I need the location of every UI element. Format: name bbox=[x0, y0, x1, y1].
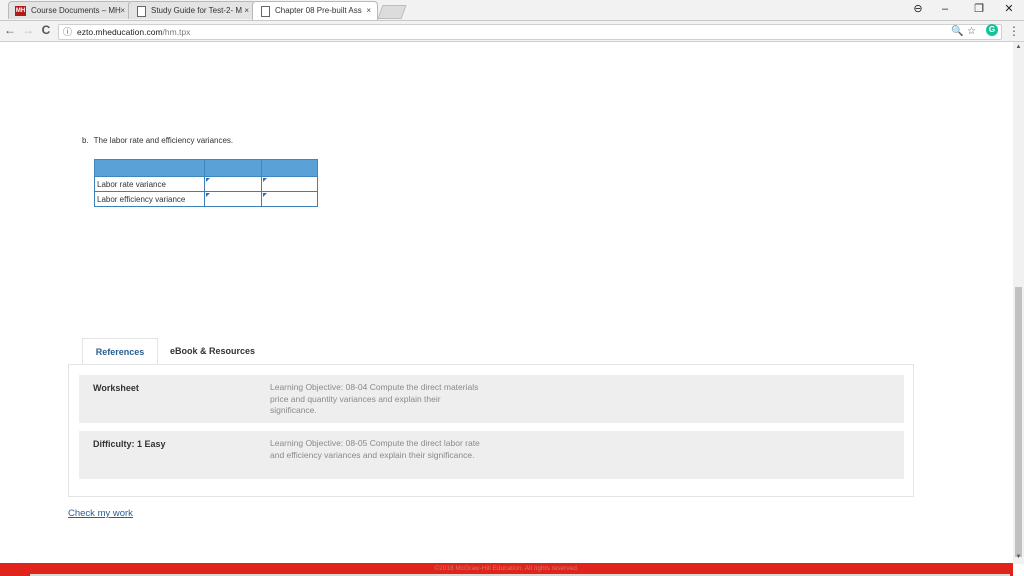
labor-efficiency-amount-input-cell[interactable] bbox=[204, 191, 262, 207]
url-path: /hm.tpx bbox=[162, 27, 191, 37]
back-icon[interactable]: ← bbox=[2, 21, 18, 41]
site-info-icon[interactable]: ⓘ bbox=[63, 25, 72, 39]
tab-ebook-resources[interactable]: eBook & Resources bbox=[170, 338, 255, 365]
tab-label: Study Guide for Test-2- M bbox=[151, 6, 242, 15]
page-footer: ©2018 McGraw-Hill Education. All rights … bbox=[0, 563, 1013, 576]
labor-rate-type-input[interactable] bbox=[261, 177, 317, 191]
table-header-row bbox=[93, 159, 319, 177]
reload-icon[interactable]: C bbox=[38, 21, 54, 41]
reference-description: Learning Objective: 08-04 Compute the di… bbox=[270, 382, 479, 415]
tab-references[interactable]: References bbox=[82, 338, 158, 365]
table-row: Labor rate variance bbox=[93, 176, 319, 192]
input-flag-icon bbox=[206, 178, 211, 182]
browser-menu-icon[interactable]: ⋮ bbox=[1008, 21, 1020, 41]
row-label: Labor efficiency variance bbox=[93, 191, 206, 207]
references-panel: Worksheet Learning Objective: 08-04 Comp… bbox=[68, 364, 914, 497]
input-flag-icon bbox=[262, 193, 267, 197]
restore-button[interactable]: ❐ bbox=[964, 0, 994, 20]
forward-icon[interactable]: → bbox=[20, 21, 36, 41]
browser-tab-study-guide[interactable]: Study Guide for Test-2- M × bbox=[128, 1, 256, 19]
mh-favicon-icon: MH bbox=[15, 6, 26, 16]
labor-rate-amount-input[interactable] bbox=[205, 177, 261, 191]
question-prompt: b. The labor rate and efficiency variance… bbox=[82, 136, 233, 145]
question-letter: b. bbox=[82, 136, 89, 145]
labor-efficiency-amount-input[interactable] bbox=[205, 192, 261, 206]
document-icon bbox=[137, 6, 146, 17]
window-close-button[interactable]: ✕ bbox=[994, 0, 1024, 20]
scroll-up-arrow-icon[interactable]: ▲ bbox=[1013, 44, 1024, 50]
close-icon[interactable]: × bbox=[366, 2, 371, 20]
scrollbar-thumb[interactable] bbox=[1015, 287, 1022, 557]
labor-efficiency-type-dropdown-cell[interactable] bbox=[260, 191, 319, 207]
reference-title: Difficulty: 1 Easy bbox=[93, 439, 166, 449]
input-flag-icon bbox=[206, 193, 211, 197]
close-icon[interactable]: × bbox=[244, 2, 249, 19]
tab-label: Course Documents – MH bbox=[31, 6, 121, 15]
url-host: ezto.mheducation.com bbox=[77, 27, 163, 37]
copyright-text: ©2018 McGraw-Hill Education. All rights … bbox=[434, 565, 579, 572]
bookmark-star-icon[interactable]: ☆ bbox=[967, 25, 976, 39]
zoom-icon[interactable]: 🔍 bbox=[951, 25, 963, 39]
grammarly-extension-icon[interactable]: G bbox=[986, 24, 998, 36]
labor-rate-amount-input-cell[interactable] bbox=[204, 176, 262, 192]
document-icon bbox=[261, 6, 270, 17]
row-label: Labor rate variance bbox=[93, 176, 206, 192]
labor-rate-type-dropdown-cell[interactable] bbox=[260, 176, 319, 192]
browser-tab-strip: MH Course Documents – MH × Study Guide f… bbox=[0, 0, 1024, 21]
list-item: Difficulty: 1 Easy Learning Objective: 0… bbox=[79, 431, 904, 479]
browser-tab-chapter-08[interactable]: Chapter 08 Pre-built Ass × bbox=[252, 1, 378, 20]
reference-description: Learning Objective: 08-05 Compute the di… bbox=[270, 438, 480, 460]
page-scrollbar[interactable]: ▲ ▼ bbox=[1013, 42, 1024, 564]
browser-tab-course-documents[interactable]: MH Course Documents – MH × bbox=[8, 1, 132, 19]
profile-icon[interactable]: ⊖ bbox=[903, 0, 933, 20]
tab-label: Chapter 08 Pre-built Ass bbox=[275, 6, 362, 15]
table-row: Labor efficiency variance bbox=[93, 191, 319, 207]
minimize-button[interactable]: – bbox=[930, 0, 960, 20]
question-text: The labor rate and efficiency variances. bbox=[93, 136, 234, 145]
close-icon[interactable]: × bbox=[120, 2, 125, 19]
list-item: Worksheet Learning Objective: 08-04 Comp… bbox=[79, 375, 904, 423]
url-text: ezto.mheducation.com/hm.tpx bbox=[77, 25, 190, 39]
check-my-work-link[interactable]: Check my work bbox=[68, 508, 133, 519]
new-tab-button[interactable] bbox=[377, 5, 407, 19]
variance-answer-table: Labor rate variance Labor efficiency var… bbox=[93, 159, 319, 207]
labor-efficiency-type-input[interactable] bbox=[261, 192, 317, 206]
browser-toolbar: ← → C ⓘ ezto.mheducation.com/hm.tpx 🔍 ☆ bbox=[0, 21, 1024, 42]
scroll-down-arrow-icon[interactable]: ▼ bbox=[1013, 554, 1024, 560]
address-bar[interactable]: ⓘ ezto.mheducation.com/hm.tpx 🔍 ☆ bbox=[58, 24, 1002, 40]
input-flag-icon bbox=[262, 178, 267, 182]
reference-title: Worksheet bbox=[93, 383, 139, 393]
